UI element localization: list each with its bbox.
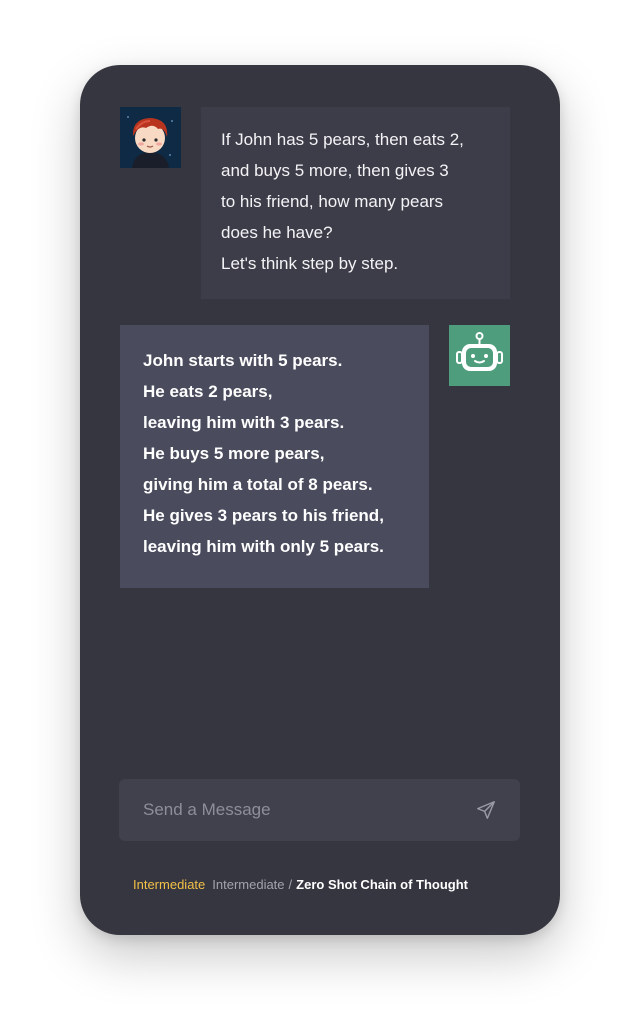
bot-message-line: He eats 2 pears, [143,382,273,401]
user-message-line: Let's think step by step. [221,254,399,273]
bot-message-bubble: John starts with 5 pears. He eats 2 pear… [120,325,429,588]
user-message-line: to his friend, how many pears [221,192,444,211]
bot-message-line: giving him a total of 8 pears. [143,475,373,494]
robot-icon [456,332,503,371]
bot-message-line: John starts with 5 pears. [143,351,343,370]
user-message-line: and buys 5 more, then gives 3 [221,161,449,180]
boy-avatar-icon [120,107,181,168]
user-message-line: does he have? [221,223,333,242]
user-avatar [120,107,181,168]
user-message-bubble: If John has 5 pears, then eats 2, and bu… [201,107,510,299]
breadcrumb: Intermediate Intermediate / Zero Shot Ch… [133,877,468,892]
breadcrumb-category[interactable]: Intermediate [212,877,284,892]
user-message-line: If John has 5 pears, then eats 2, [221,130,464,149]
bot-avatar [449,325,510,386]
send-button[interactable] [471,795,501,825]
message-input[interactable] [119,779,459,841]
breadcrumb-current: Zero Shot Chain of Thought [296,877,469,892]
chat-panel: If John has 5 pears, then eats 2, and bu… [80,65,560,935]
level-badge: Intermediate [133,877,206,892]
bot-message-line: He gives 3 pears to his friend, [143,506,384,525]
breadcrumb-separator: / [288,877,293,892]
bot-message-line: leaving him with only 5 pears. [143,537,384,556]
bot-message-line: leaving him with 3 pears. [143,413,345,432]
message-composer [119,779,520,841]
bot-message-line: He buys 5 more pears, [143,444,325,463]
send-icon [477,801,495,819]
